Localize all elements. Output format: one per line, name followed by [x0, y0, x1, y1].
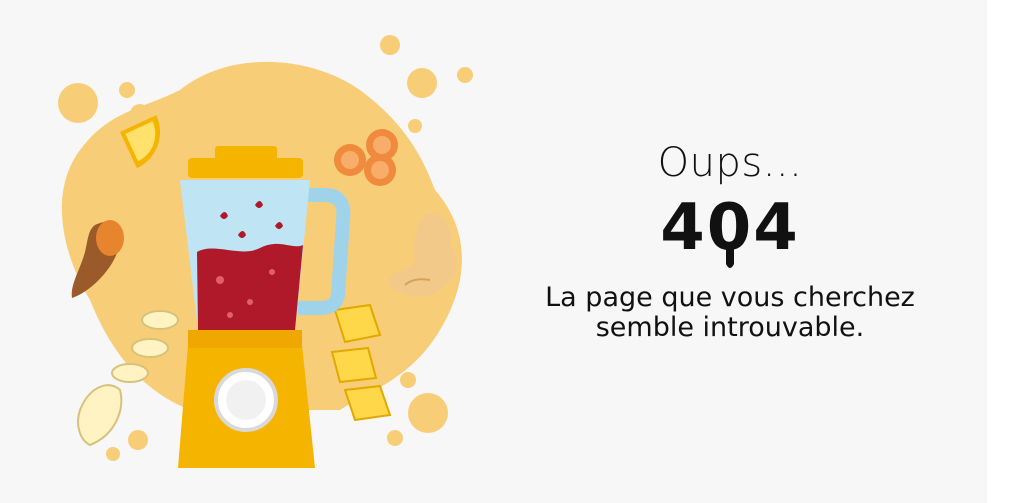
error-code-graphic: 404 — [630, 194, 830, 274]
error-heading: Oups... — [657, 140, 803, 186]
error-message: Oups... 404 La page que vous cherchez se… — [530, 140, 930, 343]
error-page: Oups... 404 La page que vous cherchez se… — [0, 0, 987, 503]
error-description: La page que vous cherchez semble introuv… — [545, 282, 915, 343]
blender-illustration — [40, 30, 490, 480]
blender-icon — [178, 146, 351, 468]
